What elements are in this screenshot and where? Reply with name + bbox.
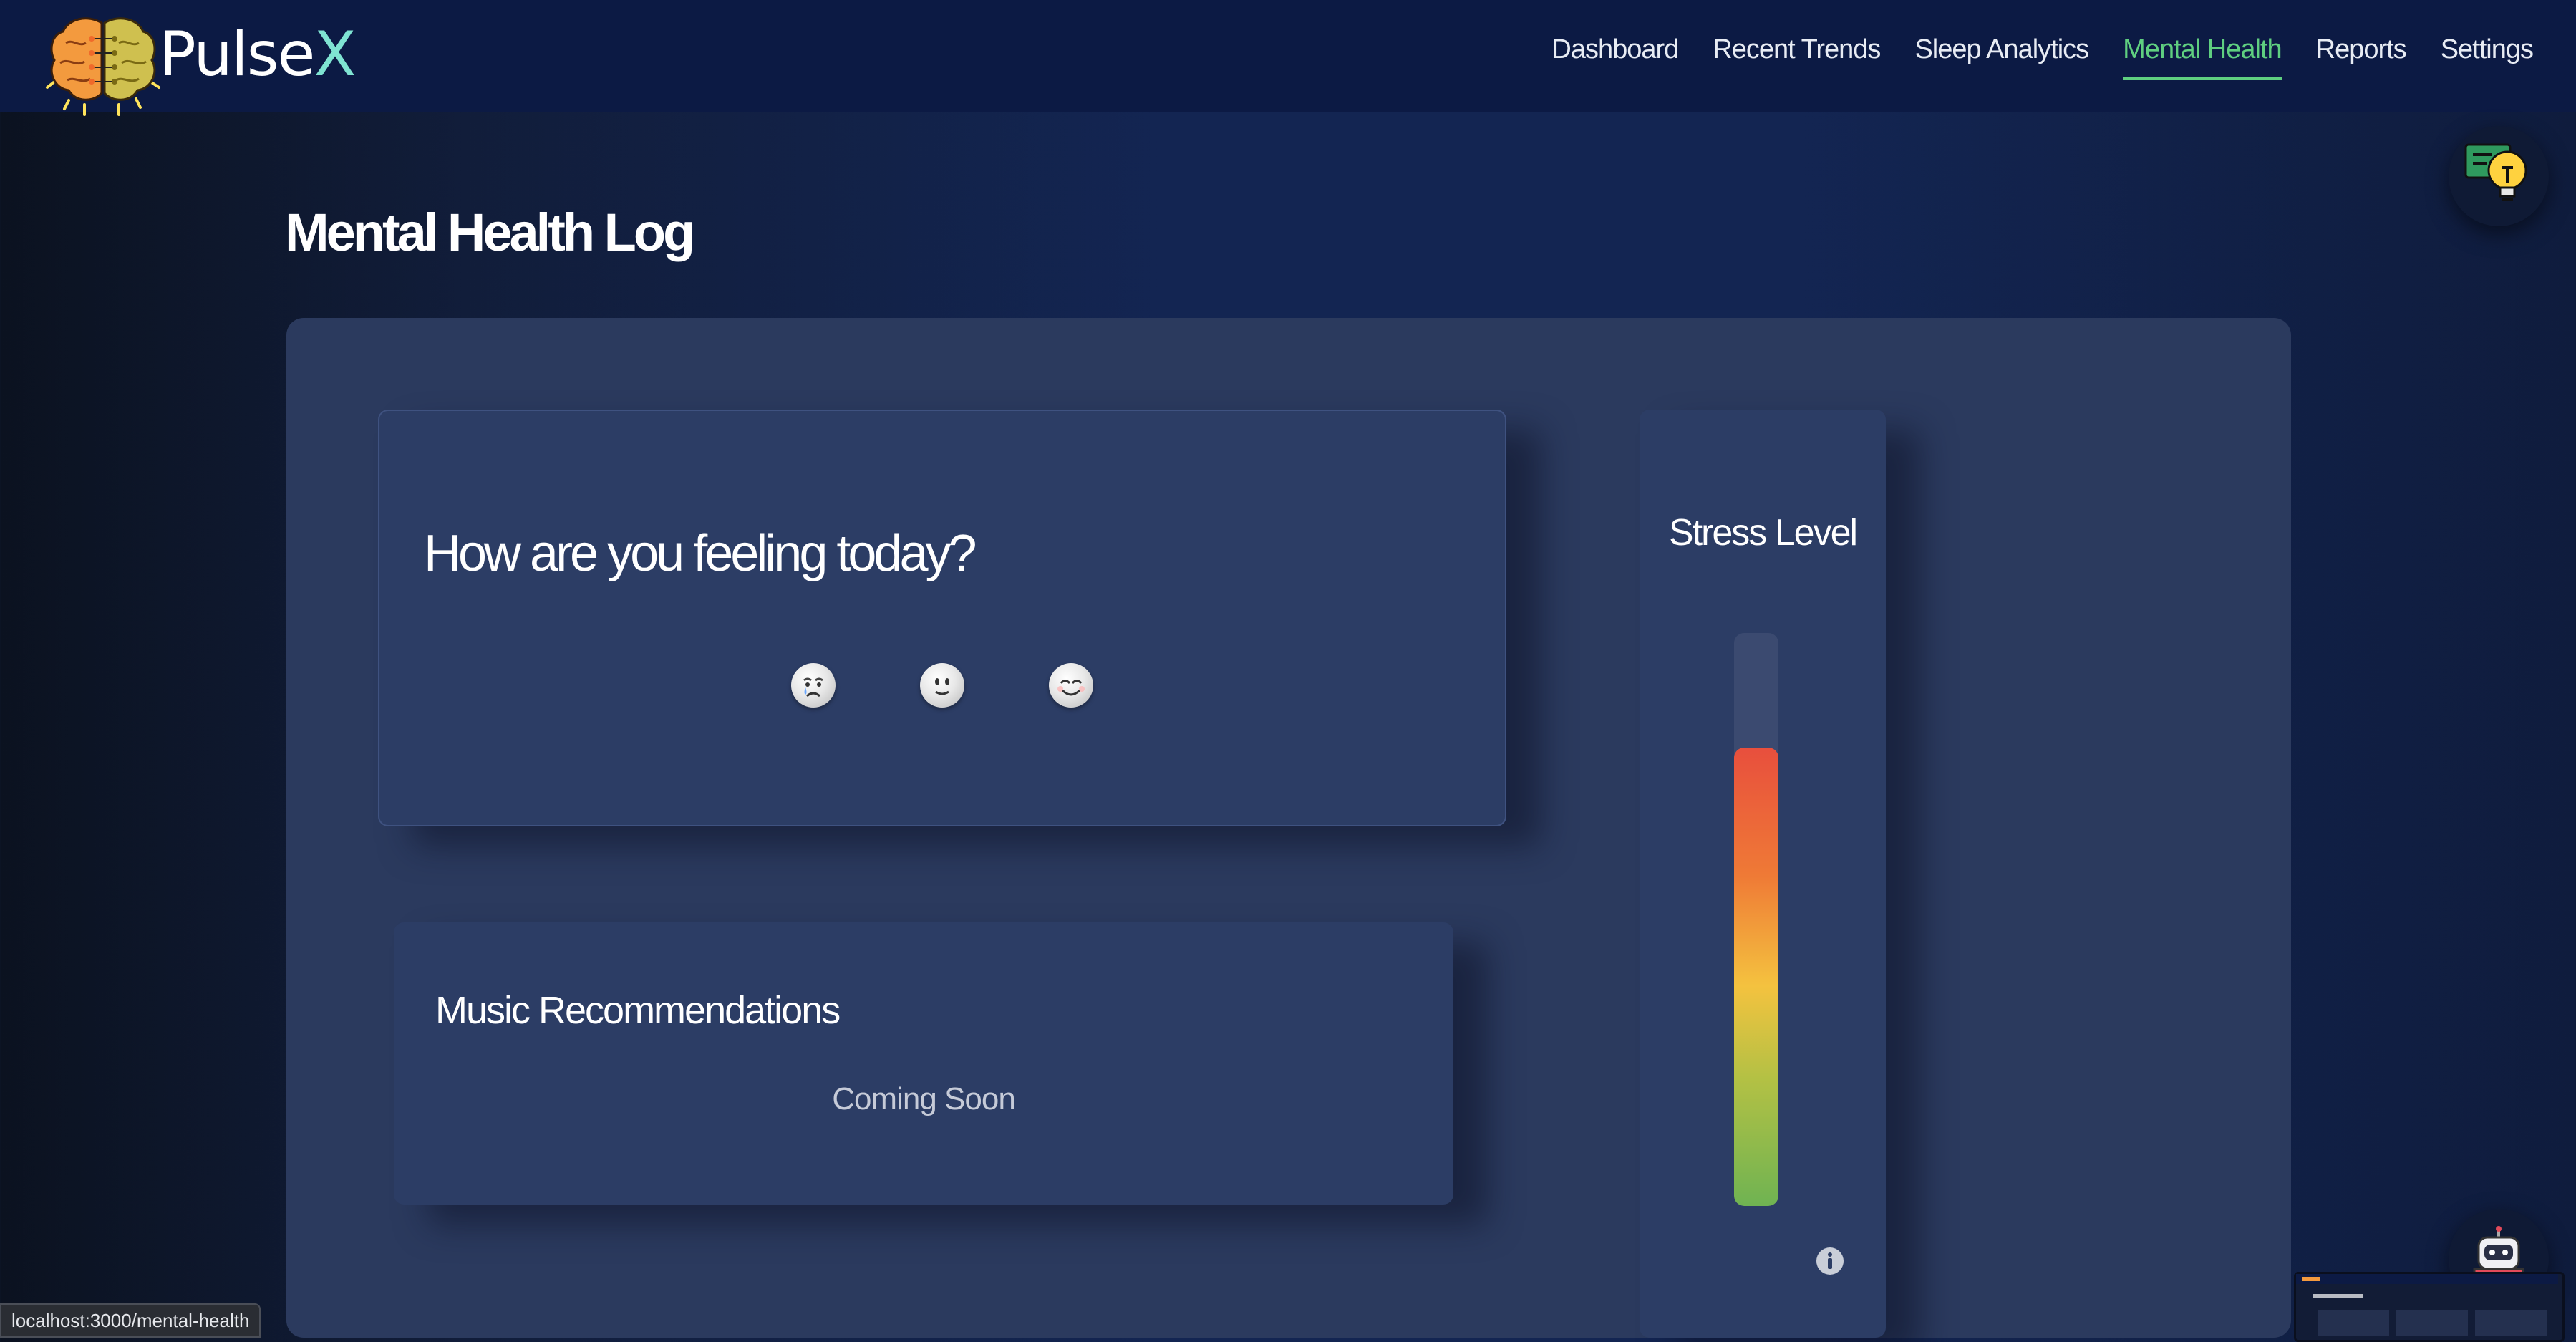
status-bar-url: localhost:3000/mental-health bbox=[0, 1303, 261, 1338]
feeling-card: How are you feeling today? bbox=[378, 410, 1506, 826]
brand-name: PulseX bbox=[159, 19, 356, 90]
info-icon[interactable] bbox=[1815, 1246, 1845, 1276]
main-nav: Dashboard Recent Trends Sleep Analytics … bbox=[1551, 34, 2534, 80]
mood-selector bbox=[791, 663, 1106, 713]
stress-title: Stress Level bbox=[1668, 512, 1858, 554]
nav-item-mental-health[interactable]: Mental Health bbox=[2123, 34, 2282, 80]
happy-face-icon[interactable] bbox=[1049, 663, 1093, 708]
thumbnail-preview-image bbox=[2296, 1274, 2558, 1336]
music-status: Coming Soon bbox=[832, 1081, 1016, 1116]
nav-item-sleep-analytics[interactable]: Sleep Analytics bbox=[1914, 34, 2089, 80]
nav-item-recent-trends[interactable]: Recent Trends bbox=[1713, 34, 1881, 80]
lightbulb-tips-icon bbox=[2464, 143, 2527, 201]
music-title: Music Recommendations bbox=[435, 989, 841, 1032]
neutral-face-icon[interactable] bbox=[920, 663, 964, 708]
brand-suffix: X bbox=[314, 19, 356, 90]
stress-meter bbox=[1734, 633, 1778, 1206]
stress-meter-fill bbox=[1734, 748, 1778, 1206]
window-preview-thumbnail[interactable] bbox=[2294, 1272, 2565, 1342]
feeling-question: How are you feeling today? bbox=[424, 525, 977, 582]
page-title: Mental Health Log bbox=[285, 203, 695, 262]
top-navbar: PulseX Dashboard Recent Trends Sleep Ana… bbox=[0, 0, 2576, 116]
tips-button[interactable] bbox=[2449, 126, 2549, 226]
brain-logo-icon bbox=[46, 17, 160, 116]
stress-level-card: Stress Level bbox=[1640, 410, 1886, 1338]
music-recommendations-card: Music Recommendations Coming Soon bbox=[394, 922, 1453, 1205]
nav-item-dashboard[interactable]: Dashboard bbox=[1551, 34, 1679, 80]
nav-item-settings[interactable]: Settings bbox=[2441, 34, 2534, 80]
brand-prefix: Pulse bbox=[159, 19, 315, 90]
sad-face-icon[interactable] bbox=[791, 663, 836, 708]
nav-item-reports[interactable]: Reports bbox=[2316, 34, 2407, 80]
pulsex-logo[interactable]: PulseX bbox=[44, 10, 356, 116]
mental-health-panel: How are you feeling today? Music Recomme… bbox=[286, 318, 2291, 1338]
